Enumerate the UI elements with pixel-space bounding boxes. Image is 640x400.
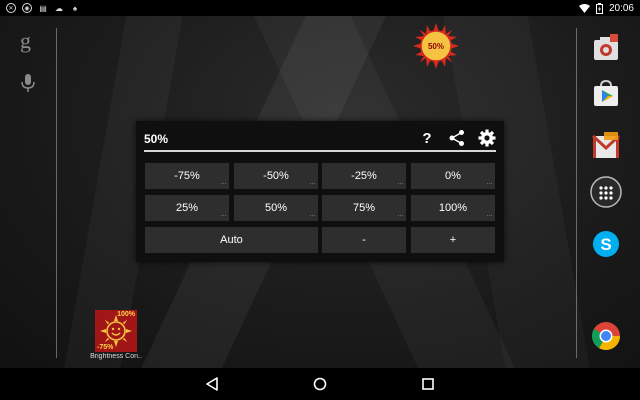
back-icon[interactable] (204, 376, 220, 392)
brightness-control-app-icon[interactable]: 100% -75% (95, 310, 137, 352)
more-dots: ... (220, 212, 227, 218)
more-dots: ... (309, 212, 316, 218)
camera-app-icon[interactable] (590, 32, 622, 64)
button-label: -25% (351, 170, 377, 182)
gallery-icon: ▤ (39, 3, 47, 13)
button-label: - (362, 234, 366, 246)
battery-charging-icon (595, 2, 603, 14)
button-label: 0% (445, 170, 461, 182)
recents-icon[interactable] (420, 376, 436, 392)
preset-button-25[interactable]: 25% ... (145, 195, 229, 221)
status-right: 20:06 (578, 2, 640, 14)
app-icon-label: Brightness Con.. (90, 353, 142, 360)
share-icon[interactable] (448, 129, 466, 147)
help-icon[interactable]: ? (418, 129, 436, 147)
button-label: -50% (263, 170, 289, 182)
preset-button-100[interactable]: 100% ... (411, 195, 495, 221)
dialog-actions: ? (418, 129, 496, 147)
app-icon-pct-bottom: -75% (97, 344, 114, 351)
right-rail-divider (576, 28, 577, 358)
settings-gear-icon[interactable] (478, 129, 496, 147)
brightness-dialog: 50% ? -75% ... -50% ... -25% ... 0% ... … (136, 121, 504, 262)
preset-button-0[interactable]: 0% ... (411, 163, 495, 189)
button-label: -75% (174, 170, 200, 182)
svg-text:S: S (600, 235, 611, 254)
more-dots: ... (486, 180, 493, 186)
more-dots: ... (397, 212, 404, 218)
button-label: 50% (264, 202, 288, 214)
sync-icon: ◉ (22, 3, 32, 13)
auto-button[interactable]: Auto (145, 227, 318, 253)
google-search-icon[interactable]: g (20, 28, 31, 54)
gmail-icon[interactable] (590, 130, 622, 162)
clock: 20:06 (608, 2, 634, 14)
sun-widget-label: 50% (427, 41, 444, 51)
button-label: Auto (220, 234, 243, 246)
app-drawer-icon[interactable] (590, 176, 622, 208)
mic-icon[interactable] (21, 74, 35, 92)
preset-button-50[interactable]: 50% ... (234, 195, 318, 221)
preset-button-minus75[interactable]: -75% ... (145, 163, 229, 189)
notification-icon: ✕ (6, 3, 16, 13)
navigation-bar (0, 368, 640, 400)
cloud-icon: ☁ (55, 3, 63, 13)
more-dots: ... (486, 212, 493, 218)
status-left-icons: ✕ ◉ ▤ ☁ ♠ (0, 3, 80, 13)
button-label: 75% (352, 202, 376, 214)
more-dots: ... (309, 180, 316, 186)
home-icon[interactable] (312, 376, 328, 392)
button-label: + (449, 234, 457, 246)
status-bar: ✕ ◉ ▤ ☁ ♠ 20:06 (0, 0, 640, 16)
dialog-title: 50% (144, 132, 169, 146)
skype-icon[interactable]: S (590, 228, 622, 260)
decrease-button[interactable]: - (322, 227, 406, 253)
app-icon-pct-top: 100% (117, 311, 135, 318)
play-store-icon[interactable] (590, 78, 622, 110)
button-label: 100% (438, 202, 468, 214)
dialog-divider (144, 150, 496, 152)
button-label: 25% (175, 202, 199, 214)
increase-button[interactable]: + (411, 227, 495, 253)
chrome-icon[interactable] (590, 320, 622, 352)
preset-button-minus25[interactable]: -25% ... (322, 163, 406, 189)
more-dots: ... (397, 180, 404, 186)
preset-button-75[interactable]: 75% ... (322, 195, 406, 221)
left-rail-divider (56, 28, 57, 358)
preset-button-minus50[interactable]: -50% ... (234, 163, 318, 189)
android-icon: ♠ (72, 3, 78, 13)
wifi-icon (578, 3, 590, 13)
brightness-sun-widget[interactable]: 50% (412, 22, 460, 70)
more-dots: ... (220, 180, 227, 186)
